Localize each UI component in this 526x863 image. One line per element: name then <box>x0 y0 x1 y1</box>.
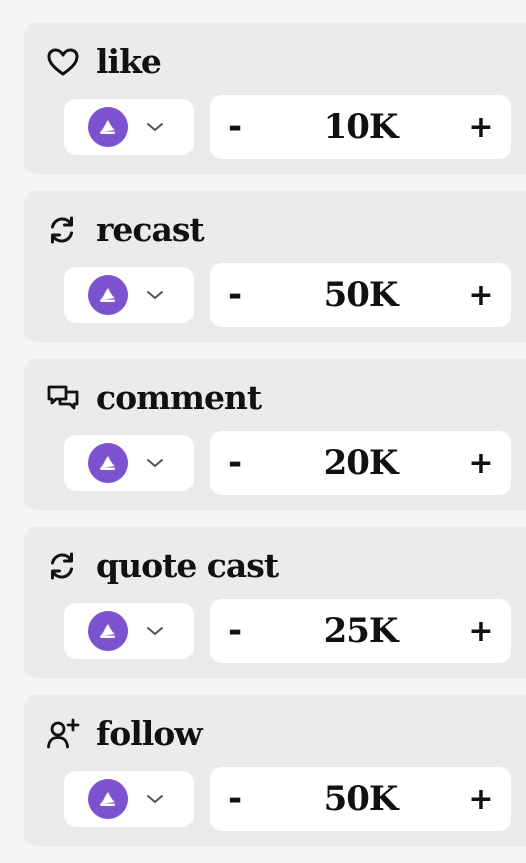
recast-icon <box>46 548 82 584</box>
wizard-hat-icon <box>88 611 128 651</box>
decrement-button[interactable]: - <box>205 95 265 159</box>
amount-value: 20K <box>323 443 399 483</box>
chevron-down-icon <box>144 284 166 306</box>
action-header: like <box>46 40 162 84</box>
action-card-quote-cast: quote cast - 25K + <box>24 527 526 678</box>
token-dropdown[interactable] <box>64 99 194 155</box>
increment-button[interactable]: + <box>451 599 511 663</box>
increment-button[interactable]: + <box>451 95 511 159</box>
action-card-comment: comment - 20K + <box>24 359 526 510</box>
amount-stepper: - 50K + <box>210 767 511 831</box>
wizard-hat-icon <box>88 779 128 819</box>
increment-button[interactable]: + <box>451 431 511 495</box>
wizard-hat-icon <box>88 107 128 147</box>
action-title: quote cast <box>96 546 279 585</box>
wizard-hat-icon <box>88 443 128 483</box>
heart-icon <box>46 44 82 80</box>
action-card-like: like - 10K + <box>24 23 526 174</box>
action-header: quote cast <box>46 544 279 588</box>
token-dropdown[interactable] <box>64 771 194 827</box>
decrement-button[interactable]: - <box>205 767 265 831</box>
decrement-button[interactable]: - <box>205 599 265 663</box>
token-dropdown[interactable] <box>64 603 194 659</box>
amount-value: 50K <box>323 779 399 819</box>
comment-icon <box>46 380 82 416</box>
chevron-down-icon <box>144 116 166 138</box>
amount-value: 25K <box>323 611 399 651</box>
action-title: follow <box>96 714 203 753</box>
user-plus-icon <box>46 716 82 752</box>
chevron-down-icon <box>144 788 166 810</box>
action-title: recast <box>96 210 205 249</box>
chevron-down-icon <box>144 620 166 642</box>
token-dropdown[interactable] <box>64 267 194 323</box>
action-card-follow: follow - 50K + <box>24 695 526 846</box>
increment-button[interactable]: + <box>451 263 511 327</box>
amount-value: 10K <box>323 107 399 147</box>
amount-stepper: - 50K + <box>210 263 511 327</box>
action-header: recast <box>46 208 205 252</box>
token-dropdown[interactable] <box>64 435 194 491</box>
amount-value: 50K <box>323 275 399 315</box>
action-title: like <box>96 42 162 81</box>
decrement-button[interactable]: - <box>205 431 265 495</box>
amount-stepper: - 10K + <box>210 95 511 159</box>
action-list: like - 10K + recast - 50K + comment - 20… <box>24 23 526 863</box>
recast-icon <box>46 212 82 248</box>
decrement-button[interactable]: - <box>205 263 265 327</box>
action-card-recast: recast - 50K + <box>24 191 526 342</box>
action-title: comment <box>96 378 262 417</box>
increment-button[interactable]: + <box>451 767 511 831</box>
action-header: comment <box>46 376 262 420</box>
amount-stepper: - 20K + <box>210 431 511 495</box>
chevron-down-icon <box>144 452 166 474</box>
action-header: follow <box>46 712 203 756</box>
wizard-hat-icon <box>88 275 128 315</box>
amount-stepper: - 25K + <box>210 599 511 663</box>
